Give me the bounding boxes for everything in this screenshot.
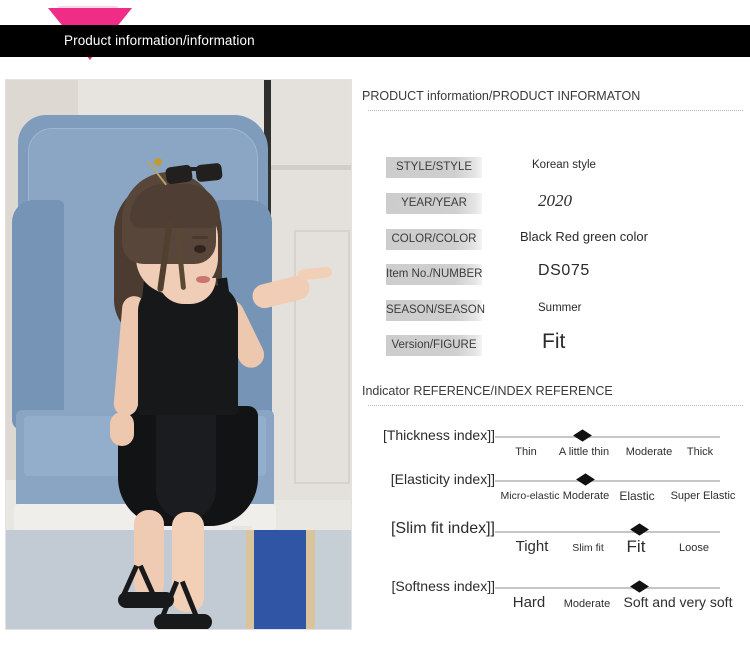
index-tick-slim-fit-1[interactable]: Tight bbox=[504, 538, 560, 555]
index-tick-thickness-2[interactable]: A little thin bbox=[548, 446, 620, 458]
photo-armchair-wing-left bbox=[12, 200, 64, 430]
index-tick-elasticity-2[interactable]: Moderate bbox=[558, 490, 614, 502]
photo-sandal-right bbox=[154, 614, 212, 629]
product-information-title: PRODUCT information/PRODUCT INFORMATON bbox=[362, 89, 641, 103]
spec-row: YEAR/YEAR 2020 bbox=[362, 191, 750, 215]
photo-wall-trim bbox=[271, 165, 351, 170]
product-photo-frame[interactable] bbox=[5, 79, 352, 630]
spec-label-item-no: Item No./NUMBER bbox=[386, 264, 483, 285]
index-marker-thickness[interactable] bbox=[573, 429, 592, 442]
photo-sandal-left bbox=[118, 592, 174, 608]
index-tick-thickness-3[interactable]: Moderate bbox=[620, 446, 678, 458]
photo-rug-stripe-tan-right bbox=[306, 530, 315, 629]
index-track-elasticity[interactable] bbox=[495, 480, 720, 482]
spec-value-version: Fit bbox=[542, 330, 566, 353]
spec-label-style: STYLE/STYLE bbox=[386, 157, 482, 178]
index-tick-elasticity-4[interactable]: Super Elastic bbox=[664, 490, 742, 502]
index-label-softness: [Softness index]] bbox=[391, 578, 495, 594]
index-tick-thickness-4[interactable]: Thick bbox=[678, 446, 722, 458]
spec-value-style: Korean style bbox=[532, 159, 596, 171]
spec-row: SEASON/SEASON Summer bbox=[362, 300, 750, 322]
photo-sunglasses-lens-left bbox=[164, 164, 194, 185]
photo-eyebrow bbox=[192, 236, 208, 239]
photo-rug-stripe-blue bbox=[254, 530, 306, 629]
index-marker-softness[interactable] bbox=[630, 580, 649, 593]
index-reference-divider bbox=[368, 405, 743, 406]
product-information-divider bbox=[368, 110, 743, 111]
index-tick-softness-3[interactable]: Soft and very soft bbox=[614, 594, 742, 610]
index-track-softness[interactable] bbox=[495, 587, 720, 589]
header-title: Product information/information bbox=[64, 33, 255, 48]
index-tick-thickness-1[interactable]: Thin bbox=[504, 446, 548, 458]
index-reference-title: Indicator REFERENCE/INDEX REFERENCE bbox=[362, 384, 613, 398]
photo-eye bbox=[194, 245, 206, 253]
spec-row: STYLE/STYLE Korean style bbox=[362, 157, 750, 179]
spec-label-color: COLOR/COLOR bbox=[386, 229, 482, 250]
product-information-panel: PRODUCT information/PRODUCT INFORMATON S… bbox=[362, 79, 750, 639]
spec-value-item-no: DS075 bbox=[538, 262, 590, 279]
index-tick-slim-fit-2[interactable]: Slim fit bbox=[562, 542, 614, 554]
spec-row: Version/FIGURE Fit bbox=[362, 330, 750, 357]
index-marker-elasticity[interactable] bbox=[576, 473, 595, 486]
spec-value-color: Black Red green color bbox=[520, 229, 648, 244]
photo-hair-clip bbox=[154, 158, 162, 166]
index-label-slim-fit: [Slim fit index]] bbox=[390, 520, 495, 537]
index-label-elasticity: [Elasticity index]] bbox=[390, 471, 495, 487]
photo-hand-left bbox=[110, 412, 134, 446]
index-tick-slim-fit-3[interactable]: Fit bbox=[614, 537, 658, 557]
spec-label-year: YEAR/YEAR bbox=[386, 193, 482, 214]
index-track-slim-fit[interactable] bbox=[495, 531, 720, 533]
photo-sunglasses-lens-right bbox=[195, 162, 223, 183]
spec-value-year: 2020 bbox=[538, 191, 572, 210]
index-tick-softness-2[interactable]: Moderate bbox=[558, 598, 616, 610]
photo-mouth bbox=[196, 276, 210, 283]
index-label-thickness: [Thickness index]] bbox=[382, 427, 495, 443]
product-photo bbox=[6, 80, 351, 629]
index-tick-softness-1[interactable]: Hard bbox=[502, 594, 556, 611]
spec-value-season: Summer bbox=[538, 302, 582, 314]
spec-row: Item No./NUMBER DS075 bbox=[362, 262, 750, 286]
index-tick-slim-fit-4[interactable]: Loose bbox=[670, 542, 718, 554]
spec-label-version: Version/FIGURE bbox=[386, 335, 482, 356]
spec-label-season: SEASON/SEASON bbox=[386, 300, 485, 321]
spec-row: COLOR/COLOR Black Red green color bbox=[362, 229, 750, 251]
index-track-thickness[interactable] bbox=[495, 436, 720, 438]
photo-dress-skirt-fold bbox=[156, 410, 216, 520]
index-marker-slim-fit[interactable] bbox=[630, 523, 649, 536]
photo-rug-right bbox=[315, 530, 351, 629]
photo-hair-fringe bbox=[130, 184, 220, 228]
index-tick-elasticity-3[interactable]: Elastic bbox=[612, 489, 662, 503]
